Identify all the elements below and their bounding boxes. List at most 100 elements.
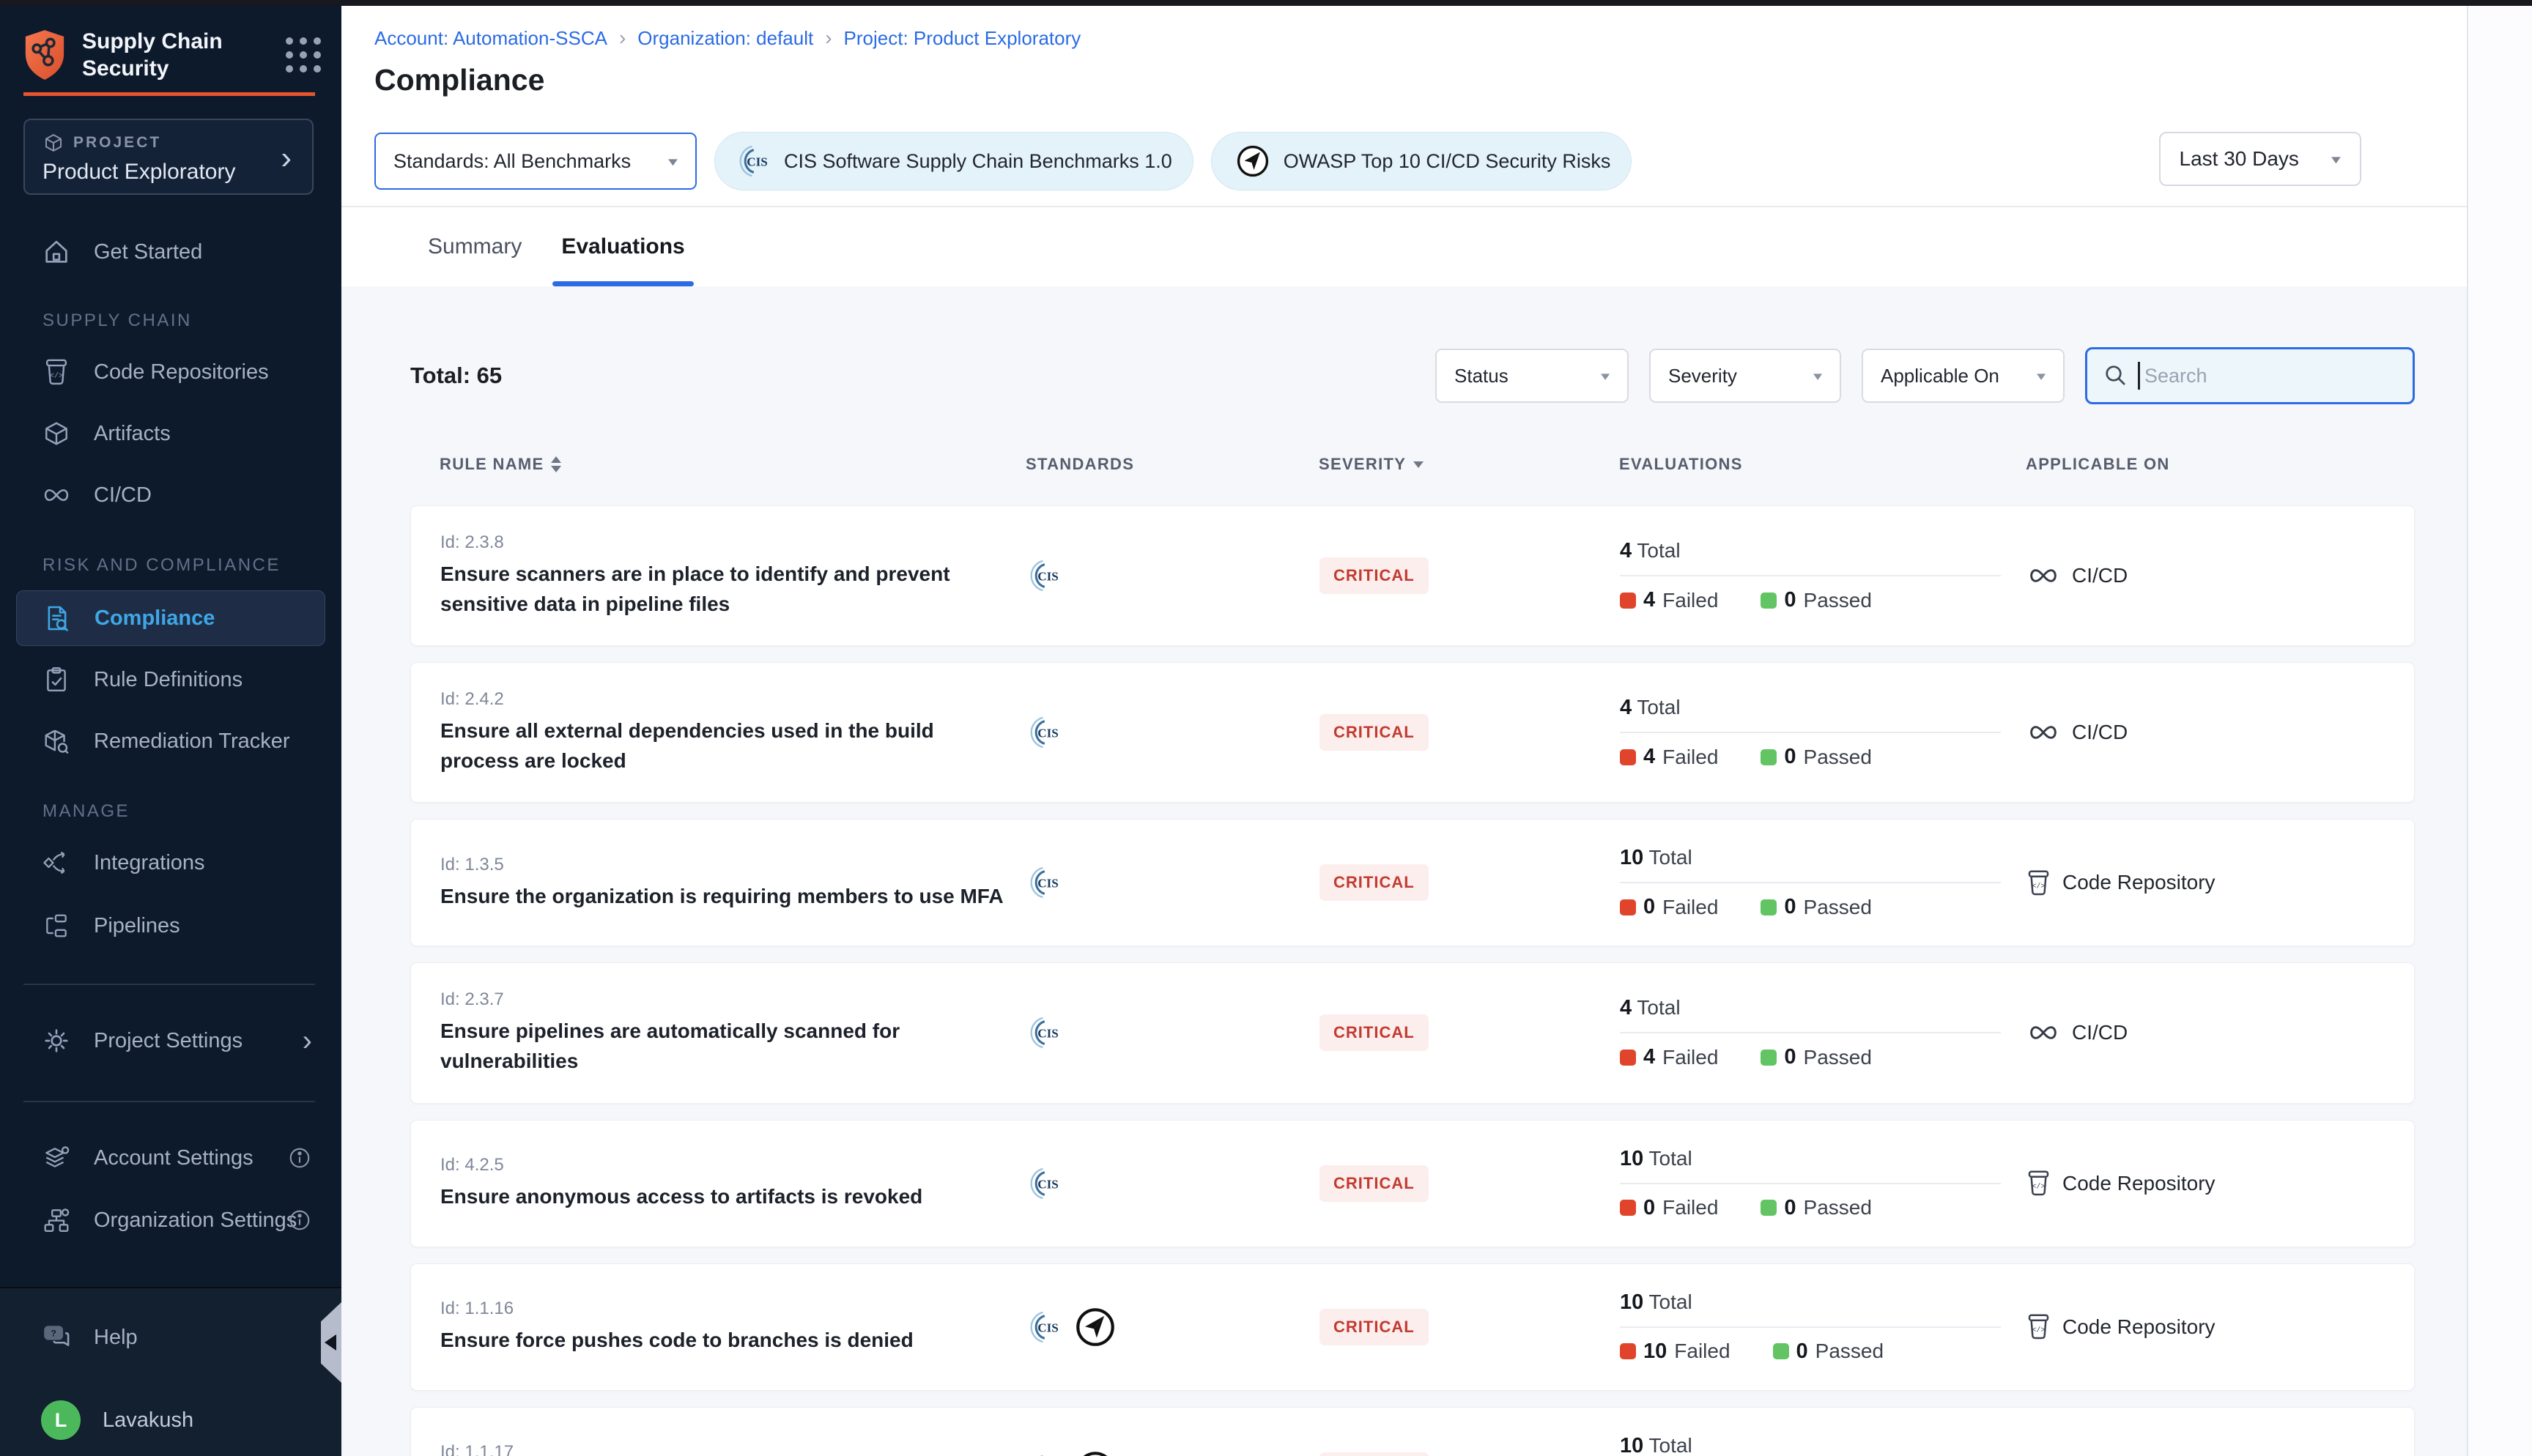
column-header-severity[interactable]: SEVERITY	[1319, 455, 1619, 474]
severity-badge: CRITICAL	[1319, 1309, 1429, 1345]
applicable-label: CI/CD	[2072, 564, 2128, 587]
evaluations-stats: 4 Failed 0 Passed	[1620, 745, 2026, 769]
rule-name: Ensure all external dependencies used in…	[440, 716, 1012, 776]
sidebar: Supply Chain Security PROJECT Product Ex…	[0, 0, 341, 1456]
brand-divider	[23, 92, 315, 96]
artifacts-cube-icon	[41, 418, 72, 449]
sidebar-section-supply-chain: SUPPLY CHAIN	[42, 306, 192, 335]
project-cube-icon	[42, 132, 64, 154]
table-row[interactable]: Id: 1.3.5 Ensure the organization is req…	[410, 819, 2415, 946]
standards-dropdown[interactable]: Standards: All Benchmarks ▾	[374, 133, 697, 190]
applicable-on-filter-dropdown[interactable]: Applicable On ▾	[1862, 349, 2065, 403]
standards-cell: CIS	[1026, 713, 1319, 751]
sidebar-divider	[23, 1101, 315, 1102]
owasp-logo-icon	[1236, 144, 1270, 178]
applicable-cell: </> Code Repository	[2026, 1170, 2414, 1197]
applicable-icon	[2026, 724, 2060, 741]
breadcrumb-organization-link[interactable]: Organization: default	[637, 27, 813, 50]
table-row[interactable]: Id: 2.4.2 Ensure all external dependenci…	[410, 662, 2415, 803]
benchmark-chip-cis[interactable]: CIS CIS Software Supply Chain Benchmarks…	[714, 132, 1193, 190]
severity-filter-dropdown[interactable]: Severity ▾	[1649, 349, 1841, 403]
evaluations-stats: 4 Failed 0 Passed	[1620, 588, 2026, 612]
main-content: Account: Automation-SSCA › Organization:…	[341, 6, 2467, 1456]
svg-text:CIS: CIS	[1037, 570, 1059, 584]
chevron-down-icon: ▾	[2331, 151, 2341, 167]
app-switcher-icon[interactable]	[286, 37, 321, 73]
severity-badge: CRITICAL	[1319, 1452, 1429, 1456]
table-header-row: RULE NAME STANDARDS SEVERITY EVALUATIONS…	[410, 448, 2415, 480]
eval-passed-value: 0	[1784, 1196, 1796, 1220]
rule-id: Id: 1.1.17	[440, 1442, 1026, 1456]
organization-settings-info-icon[interactable]	[287, 1208, 312, 1233]
applicable-icon	[2026, 1024, 2060, 1041]
sidebar-item-help[interactable]: ? Help	[0, 1307, 341, 1368]
evaluations-cell: 10 Total 10 Failed 0 Passed	[1620, 1434, 2026, 1456]
table-row[interactable]: Id: 1.1.17 Ensure branch deletions are d…	[410, 1407, 2415, 1456]
severity-badge: CRITICAL	[1319, 557, 1429, 594]
evaluations-total: 10 Total	[1620, 1290, 2026, 1315]
sidebar-item-cicd[interactable]: CI/CD	[0, 464, 341, 526]
table-row[interactable]: Id: 1.1.16 Ensure force pushes code to b…	[410, 1263, 2415, 1391]
evaluations-total: 4 Total	[1620, 696, 2026, 720]
sidebar-item-organization-settings[interactable]: Organization Settings	[0, 1189, 341, 1251]
benchmark-chip-owasp[interactable]: OWASP Top 10 CI/CD Security Risks	[1211, 132, 1632, 190]
table-row[interactable]: Id: 4.2.5 Ensure anonymous access to art…	[410, 1120, 2415, 1247]
svg-text:CIS: CIS	[747, 155, 768, 169]
column-header-evaluations[interactable]: EVALUATIONS	[1619, 455, 2026, 474]
column-header-rule-name[interactable]: RULE NAME	[440, 455, 1026, 474]
evaluations-panel: Total: 65 Status ▾ Severity ▾ Applicable…	[341, 286, 2467, 1456]
search-input[interactable]	[2085, 347, 2415, 404]
sidebar-item-rule-definitions[interactable]: Rule Definitions	[0, 649, 341, 710]
evaluations-total: 4 Total	[1620, 996, 2026, 1020]
project-selector[interactable]: PROJECT Product Exploratory ›	[23, 119, 314, 195]
column-header-standards[interactable]: STANDARDS	[1026, 455, 1319, 474]
sidebar-item-account-settings[interactable]: Account Settings	[0, 1127, 341, 1189]
avatar: L	[41, 1400, 81, 1440]
applicable-cell: CI/CD	[2026, 721, 2414, 744]
evaluations-stats: 10 Failed 0 Passed	[1620, 1340, 2026, 1364]
tab-summary[interactable]: Summary	[423, 207, 526, 286]
sidebar-item-get-started[interactable]: Get Started	[0, 221, 341, 283]
sidebar-item-project-settings[interactable]: Project Settings ›	[0, 1010, 341, 1071]
tab-evaluations[interactable]: Evaluations	[557, 207, 689, 286]
severity-badge: CRITICAL	[1319, 1165, 1429, 1202]
severity-badge: CRITICAL	[1319, 864, 1429, 901]
eval-passed-value: 0	[1784, 1045, 1796, 1069]
standards-cell: CIS	[1026, 1450, 1319, 1456]
eval-failed-value: 0	[1643, 895, 1655, 919]
user-menu[interactable]: L Lavakush	[0, 1389, 341, 1451]
organization-icon	[41, 1205, 72, 1236]
table-row[interactable]: Id: 2.3.7 Ensure pipelines are automatic…	[410, 962, 2415, 1103]
standards-cell: CIS	[1026, 1014, 1319, 1052]
sidebar-item-compliance[interactable]: Compliance	[16, 590, 325, 646]
sidebar-item-integrations[interactable]: Integrations	[0, 832, 341, 894]
breadcrumb-project-link[interactable]: Project: Product Exploratory	[844, 27, 1081, 50]
project-settings-chevron-icon: ›	[303, 1030, 312, 1052]
column-header-applicable-on[interactable]: APPLICABLE ON	[2026, 455, 2415, 474]
owasp-logo-icon	[1075, 1450, 1116, 1456]
evaluations-divider	[1620, 1326, 2001, 1328]
breadcrumb-account-link[interactable]: Account: Automation-SSCA	[374, 27, 607, 50]
eval-failed-value: 0	[1643, 1196, 1655, 1220]
evaluations-cell: 4 Total 4 Failed 0 Passed	[1620, 539, 2026, 612]
sidebar-item-artifacts[interactable]: Artifacts	[0, 403, 341, 464]
applicable-icon: </>	[2026, 1170, 2051, 1197]
table-row[interactable]: Id: 2.3.8 Ensure scanners are in place t…	[410, 505, 2415, 646]
evaluations-total: 4 Total	[1620, 539, 2026, 563]
rule-id: Id: 1.1.16	[440, 1299, 1026, 1319]
project-label: PROJECT	[73, 134, 161, 152]
evaluations-divider	[1620, 575, 2001, 576]
page-title: Compliance	[374, 63, 544, 97]
standards-cell: CIS	[1026, 1165, 1319, 1203]
sidebar-item-remediation-tracker[interactable]: Remediation Tracker	[0, 710, 341, 772]
total-count: Total: 65	[410, 363, 502, 389]
status-filter-dropdown[interactable]: Status ▾	[1435, 349, 1629, 403]
failed-indicator	[1620, 1343, 1636, 1359]
date-range-dropdown[interactable]: Last 30 Days ▾	[2159, 132, 2361, 186]
passed-indicator	[1773, 1343, 1789, 1359]
sidebar-item-pipelines[interactable]: Pipelines	[0, 895, 341, 957]
applicable-cell: </> Code Repository	[2026, 869, 2414, 896]
sidebar-item-code-repositories[interactable]: </> Code Repositories	[0, 341, 341, 403]
svg-text:CIS: CIS	[1037, 1027, 1059, 1041]
account-settings-info-icon[interactable]	[287, 1145, 312, 1170]
